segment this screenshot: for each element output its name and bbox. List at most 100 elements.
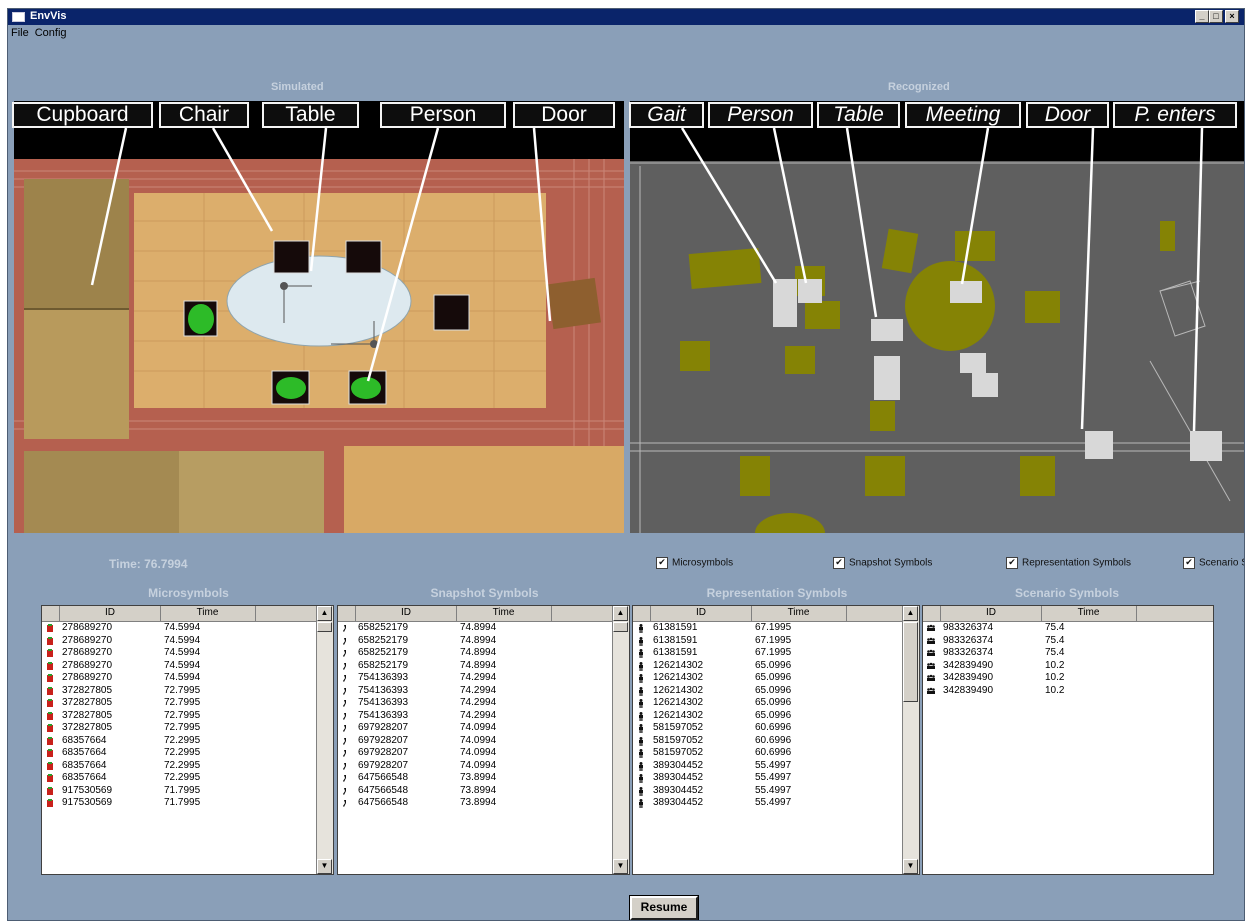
- list-item[interactable]: 126214302 65.0996: [633, 672, 903, 685]
- list-item[interactable]: 581597052 60.6996: [633, 735, 903, 748]
- scroll-up-icon[interactable]: ▲: [613, 606, 628, 621]
- vertical-scrollbar[interactable]: ▲ ▼: [612, 606, 629, 874]
- row-id: 754136393: [358, 672, 409, 683]
- microsymbol-icon: [47, 761, 53, 770]
- list-item[interactable]: 389304452 55.4997: [633, 797, 903, 810]
- list-item[interactable]: 697928207 74.0994: [338, 735, 613, 748]
- menu-config[interactable]: Config: [32, 26, 70, 40]
- checkbox-snapshot-symbols[interactable]: ✔ Snapshot Symbols: [833, 557, 932, 569]
- list-item[interactable]: 61381591 67.1995: [633, 622, 903, 635]
- label-person-recognized: Person: [708, 102, 813, 128]
- maximize-button[interactable]: □: [1209, 10, 1223, 23]
- scroll-thumb[interactable]: [613, 622, 628, 632]
- scroll-up-icon[interactable]: ▲: [903, 606, 918, 621]
- list-item[interactable]: 372827805 72.7995: [42, 722, 317, 735]
- list-item[interactable]: 658252179 74.8994: [338, 660, 613, 673]
- scroll-up-icon[interactable]: ▲: [317, 606, 332, 621]
- list-item[interactable]: 61381591 67.1995: [633, 647, 903, 660]
- person-icon: [639, 699, 643, 708]
- representation-symbols-list[interactable]: ID Time 61381591 67.1995 61381591 67.1995 61…: [632, 605, 920, 875]
- microsymbol-icon: [47, 661, 53, 670]
- scroll-down-icon[interactable]: ▼: [903, 859, 918, 874]
- list-item[interactable]: 647566548 73.8994: [338, 785, 613, 798]
- list-item[interactable]: 917530569 71.7995: [42, 785, 317, 798]
- list-item[interactable]: 278689270 74.5994: [42, 672, 317, 685]
- row-id: 278689270: [62, 622, 113, 633]
- row-id: 126214302: [653, 697, 704, 708]
- list-item[interactable]: 697928207 74.0994: [338, 760, 613, 773]
- row-time: 74.0994: [460, 747, 497, 758]
- list-item[interactable]: 68357664 72.2995: [42, 760, 317, 773]
- list-item[interactable]: 68357664 72.2995: [42, 735, 317, 748]
- minimize-button[interactable]: _: [1195, 10, 1209, 23]
- list-item[interactable]: 658252179 74.8994: [338, 647, 613, 660]
- vertical-scrollbar[interactable]: ▲ ▼: [902, 606, 919, 874]
- list-item[interactable]: 697928207 74.0994: [338, 722, 613, 735]
- menu-file[interactable]: File: [8, 26, 32, 40]
- list-item[interactable]: 917530569 71.7995: [42, 797, 317, 810]
- list-item[interactable]: 754136393 74.2994: [338, 697, 613, 710]
- scroll-down-icon[interactable]: ▼: [613, 859, 628, 874]
- microsymbols-list[interactable]: ID Time 278689270 74.5994 278689270 74.5994…: [41, 605, 334, 875]
- list-item[interactable]: 342839490 10.2: [923, 685, 1197, 698]
- scroll-down-icon[interactable]: ▼: [317, 859, 332, 874]
- close-button[interactable]: ×: [1225, 10, 1239, 23]
- scroll-thumb[interactable]: [317, 622, 332, 632]
- list-item[interactable]: 658252179 74.8994: [338, 635, 613, 648]
- simulated-view[interactable]: [14, 101, 624, 533]
- footstep-icon: [343, 712, 346, 720]
- list-item[interactable]: 581597052 60.6996: [633, 747, 903, 760]
- row-time: 72.2995: [164, 734, 201, 746]
- list-item[interactable]: 983326374 75.4: [923, 647, 1197, 660]
- list-item[interactable]: 278689270 74.5994: [42, 622, 317, 635]
- checkbox-scenario-symbols[interactable]: ✔ Scenario S: [1183, 557, 1244, 569]
- list-item[interactable]: 658252179 74.8994: [338, 622, 613, 635]
- row-id: 658252179: [358, 647, 409, 658]
- snapshot-symbols-list[interactable]: ID Time 658252179 74.8994 658252179 74.8994…: [337, 605, 630, 875]
- vertical-scrollbar[interactable]: ▲ ▼: [316, 606, 333, 874]
- list-item[interactable]: 61381591 67.1995: [633, 635, 903, 648]
- checkbox-microsymbols[interactable]: ✔ Microsymbols: [656, 557, 733, 569]
- scenario-symbols-list[interactable]: ID Time 983326374 75.4 983326374 75.4 983326…: [922, 605, 1214, 875]
- list-item[interactable]: 126214302 65.0996: [633, 660, 903, 673]
- list-item[interactable]: 647566548 73.8994: [338, 797, 613, 810]
- footstep-icon: [343, 725, 346, 732]
- list-item[interactable]: 372827805 72.7995: [42, 697, 317, 710]
- list-item[interactable]: 389304452 55.4997: [633, 760, 903, 773]
- list-item[interactable]: 278689270 74.5994: [42, 635, 317, 648]
- list-item[interactable]: 372827805 72.7995: [42, 710, 317, 723]
- resume-button[interactable]: Resume: [629, 895, 699, 920]
- row-time: 72.2995: [164, 772, 201, 783]
- checkbox-representation-symbols[interactable]: ✔ Representation Symbols: [1006, 557, 1131, 569]
- list-item[interactable]: 342839490 10.2: [923, 660, 1197, 673]
- list-item[interactable]: 389304452 55.4997: [633, 785, 903, 798]
- person-icon: [639, 774, 643, 783]
- list-item[interactable]: 754136393 74.2994: [338, 672, 613, 685]
- footstep-icon: [343, 737, 346, 745]
- list-item[interactable]: 68357664 72.2995: [42, 747, 317, 760]
- list-item[interactable]: 983326374 75.4: [923, 635, 1197, 648]
- row-id: 917530569: [62, 784, 113, 796]
- scroll-thumb[interactable]: [903, 622, 918, 702]
- list-item[interactable]: 983326374 75.4: [923, 622, 1197, 635]
- row-time: 72.7995: [164, 709, 201, 721]
- list-item[interactable]: 278689270 74.5994: [42, 647, 317, 660]
- row-id: 372827805: [62, 684, 113, 696]
- list-item[interactable]: 372827805 72.7995: [42, 685, 317, 698]
- list-item[interactable]: 754136393 74.2994: [338, 685, 613, 698]
- list-item[interactable]: 126214302 65.0996: [633, 697, 903, 710]
- list-item[interactable]: 68357664 72.2995: [42, 772, 317, 785]
- list-item[interactable]: 342839490 10.2: [923, 672, 1197, 685]
- list-item[interactable]: 581597052 60.6996: [633, 722, 903, 735]
- list-item[interactable]: 647566548 73.8994: [338, 772, 613, 785]
- row-id: 278689270: [62, 672, 113, 683]
- recognized-view[interactable]: [630, 101, 1244, 533]
- list-item[interactable]: 697928207 74.0994: [338, 747, 613, 760]
- person-icon: [639, 724, 643, 733]
- list-item[interactable]: 126214302 65.0996: [633, 685, 903, 698]
- list-item[interactable]: 754136393 74.2994: [338, 710, 613, 723]
- row-time: 60.6996: [755, 734, 792, 746]
- list-item[interactable]: 126214302 65.0996: [633, 710, 903, 723]
- list-item[interactable]: 278689270 74.5994: [42, 660, 317, 673]
- list-item[interactable]: 389304452 55.4997: [633, 772, 903, 785]
